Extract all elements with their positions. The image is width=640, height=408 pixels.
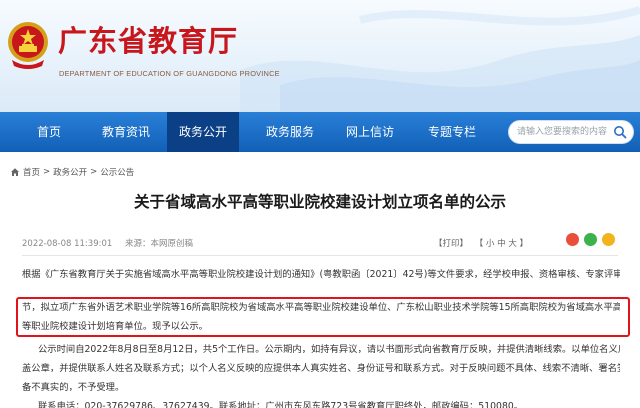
nav-online-petition[interactable]: 网上信访 — [330, 112, 410, 152]
site-title[interactable]: 广东省教育厅 — [58, 18, 238, 60]
site-header: 广东省教育厅 DEPARTMENT OF EDUCATION OF GUANGD… — [0, 0, 640, 112]
nav-home[interactable]: 首页 — [16, 112, 82, 152]
nav-special-topics[interactable]: 专题专栏 — [412, 112, 492, 152]
breadcrumb: 首页 > 政务公开 > 公示公告 — [10, 166, 134, 178]
breadcrumb-government-affairs[interactable]: 政务公开 — [53, 166, 87, 178]
qzone-share-icon[interactable] — [602, 233, 615, 246]
search-icon[interactable] — [613, 125, 627, 139]
nav-education-news[interactable]: 教育资讯 — [86, 112, 166, 152]
print-button[interactable]: 【打印】 — [434, 239, 468, 249]
meta-divider — [22, 255, 618, 256]
article-source: 来源：本网原创稿 — [124, 239, 193, 249]
font-size-control[interactable]: 【 小 中 大 】 — [475, 239, 528, 249]
site-subtitle: DEPARTMENT OF EDUCATION OF GUANGDONG PRO… — [59, 69, 280, 78]
wechat-share-icon[interactable] — [584, 233, 597, 246]
nav-government-affairs[interactable]: 政务公开 — [167, 112, 239, 152]
header-wave-decoration — [240, 6, 640, 112]
article-paragraph-line: 联系电话：020-37629786、37627439。联系地址：广州市东风东路7… — [38, 401, 524, 408]
weibo-share-icon[interactable] — [566, 233, 579, 246]
article-actions: 【打印】 【 小 中 大 】 — [434, 237, 532, 249]
highlight-annotation-box — [16, 297, 630, 337]
search-input[interactable] — [517, 121, 613, 143]
article-title: 关于省域高水平高等职业院校建设计划立项名单的公示 — [133, 193, 506, 211]
nav-government-services[interactable]: 政务服务 — [250, 112, 330, 152]
article-paragraph-line: 公示时间自2022年8月8日至8月12日，共5个工作日。公示期内，如持有异议，请… — [38, 344, 620, 355]
article-paragraph-line: 备不真实的，不予受理。 — [22, 382, 125, 393]
breadcrumb-separator: > — [43, 167, 51, 177]
article-paragraph-line: 根据《广东省教育厅关于实施省域高水平高等职业院校建设计划的通知》(粤教职函〔20… — [22, 269, 620, 280]
national-emblem-icon — [8, 22, 48, 69]
home-icon — [11, 168, 19, 176]
article-meta: 2022-08-08 11:39:01 来源：本网原创稿 — [22, 237, 203, 249]
search-box — [508, 120, 634, 144]
breadcrumb-announcements[interactable]: 公示公告 — [100, 166, 134, 178]
article-date: 2022-08-08 11:39:01 — [22, 239, 113, 249]
article-paragraph-line: 盖公章，并提供联系人姓名及联系方式；以个人名义反映的应提供本人真实姓名、身份证号… — [22, 363, 620, 374]
breadcrumb-separator: > — [90, 167, 98, 177]
breadcrumb-home[interactable]: 首页 — [23, 166, 40, 178]
